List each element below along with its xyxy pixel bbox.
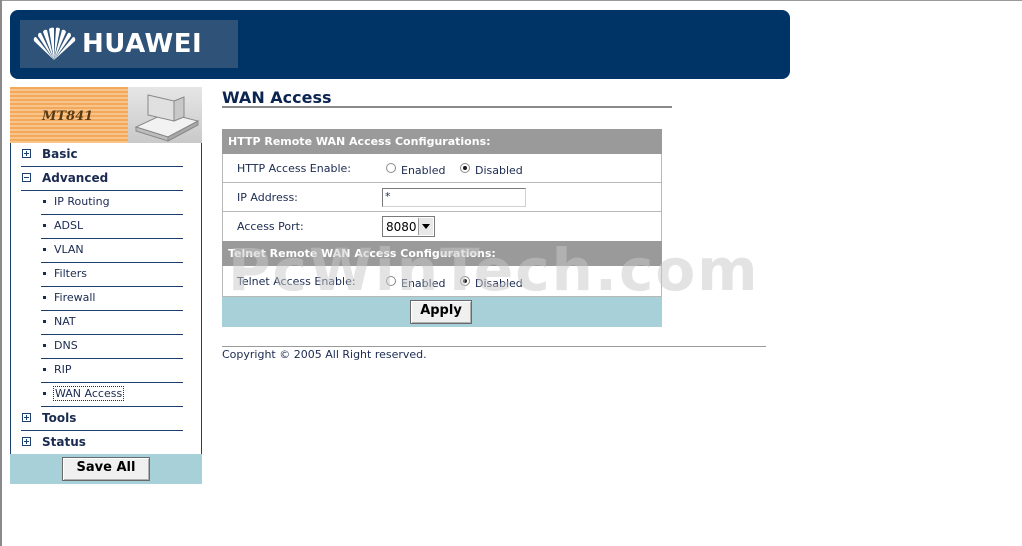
http-enabled-radio[interactable] — [386, 163, 396, 173]
http-enable-label: HTTP Access Enable: — [237, 162, 351, 175]
header-banner: HUAWEI — [10, 10, 790, 79]
navigation-menu: Basic Advanced IP Routing ADSL VLAN Filt… — [10, 143, 202, 454]
http-enable-row: HTTP Access Enable: Enabled Disabled — [222, 154, 662, 183]
menu-advanced[interactable]: Advanced — [21, 167, 183, 191]
menu-status-label[interactable]: Status — [42, 435, 86, 449]
menu-basic-label[interactable]: Basic — [42, 147, 78, 161]
menu-basic[interactable]: Basic — [21, 143, 183, 167]
http-disabled-label[interactable]: Disabled — [475, 164, 523, 177]
window-left-border — [0, 0, 2, 546]
ip-address-label: IP Address: — [237, 191, 298, 204]
bullet-icon — [43, 368, 46, 371]
collapse-icon[interactable] — [22, 173, 31, 182]
access-port-select[interactable]: 8080 — [382, 216, 435, 237]
menu-tools[interactable]: Tools — [21, 407, 183, 431]
model-label: MT841 — [42, 109, 94, 124]
bullet-icon — [43, 272, 46, 275]
menu-item-label[interactable]: Filters — [54, 267, 87, 280]
huawei-fan-icon — [33, 27, 76, 61]
copyright-text: Copyright © 2005 All Right reserved. — [222, 348, 427, 361]
menu-item-rip[interactable]: RIP — [41, 359, 183, 383]
menu-item-label[interactable]: IP Routing — [54, 195, 110, 208]
expand-icon[interactable] — [22, 149, 31, 158]
window-top-border — [0, 0, 1022, 1]
menu-item-filters[interactable]: Filters — [41, 263, 183, 287]
watermark-text: PcWinTech.com — [228, 236, 760, 304]
access-port-label: Access Port: — [237, 220, 304, 233]
save-all-button[interactable]: Save All — [62, 457, 150, 481]
menu-item-label[interactable]: RIP — [54, 363, 72, 376]
menu-item-adsl[interactable]: ADSL — [41, 215, 183, 239]
menu-item-nat[interactable]: NAT — [41, 311, 183, 335]
http-disabled-radio[interactable] — [460, 163, 470, 173]
bullet-icon — [43, 320, 46, 323]
menu-advanced-label[interactable]: Advanced — [42, 171, 108, 185]
bullet-icon — [43, 344, 46, 347]
modem-icon — [134, 94, 200, 142]
menu-item-label[interactable]: DNS — [54, 339, 78, 352]
logo-text: HUAWEI — [82, 29, 203, 59]
save-all-bar: Save All — [10, 454, 202, 484]
ip-address-input[interactable]: * — [382, 188, 526, 207]
menu-item-label-active[interactable]: WAN Access — [53, 386, 125, 401]
bullet-icon — [43, 392, 46, 395]
footer-divider — [222, 346, 766, 347]
menu-item-wan-access[interactable]: WAN Access — [41, 383, 183, 407]
sidebar: MT841 Basic Advanced IP Routing ADSL VLA… — [10, 87, 202, 484]
bullet-icon — [43, 224, 46, 227]
model-banner: MT841 — [10, 87, 202, 143]
http-enabled-label[interactable]: Enabled — [401, 164, 445, 177]
bullet-icon — [43, 248, 46, 251]
menu-item-label[interactable]: ADSL — [54, 219, 83, 232]
ip-address-row: IP Address: * — [222, 183, 662, 212]
menu-status[interactable]: Status — [21, 431, 183, 455]
http-section-header: HTTP Remote WAN Access Configurations: — [222, 129, 662, 154]
access-port-value[interactable]: 8080 — [386, 220, 417, 234]
menu-tools-label[interactable]: Tools — [42, 411, 76, 425]
menu-item-label[interactable]: NAT — [54, 315, 76, 328]
title-divider — [222, 106, 672, 108]
menu-item-vlan[interactable]: VLAN — [41, 239, 183, 263]
bullet-icon — [43, 200, 46, 203]
menu-item-label[interactable]: VLAN — [54, 243, 84, 256]
chevron-down-icon[interactable] — [418, 218, 433, 235]
menu-item-label[interactable]: Firewall — [54, 291, 95, 304]
huawei-logo: HUAWEI — [20, 20, 238, 68]
device-image — [128, 87, 202, 143]
menu-item-ip-routing[interactable]: IP Routing — [41, 191, 183, 215]
menu-item-dns[interactable]: DNS — [41, 335, 183, 359]
menu-item-firewall[interactable]: Firewall — [41, 287, 183, 311]
bullet-icon — [43, 296, 46, 299]
page-title: WAN Access — [222, 88, 332, 107]
expand-icon[interactable] — [22, 437, 31, 446]
expand-icon[interactable] — [22, 413, 31, 422]
